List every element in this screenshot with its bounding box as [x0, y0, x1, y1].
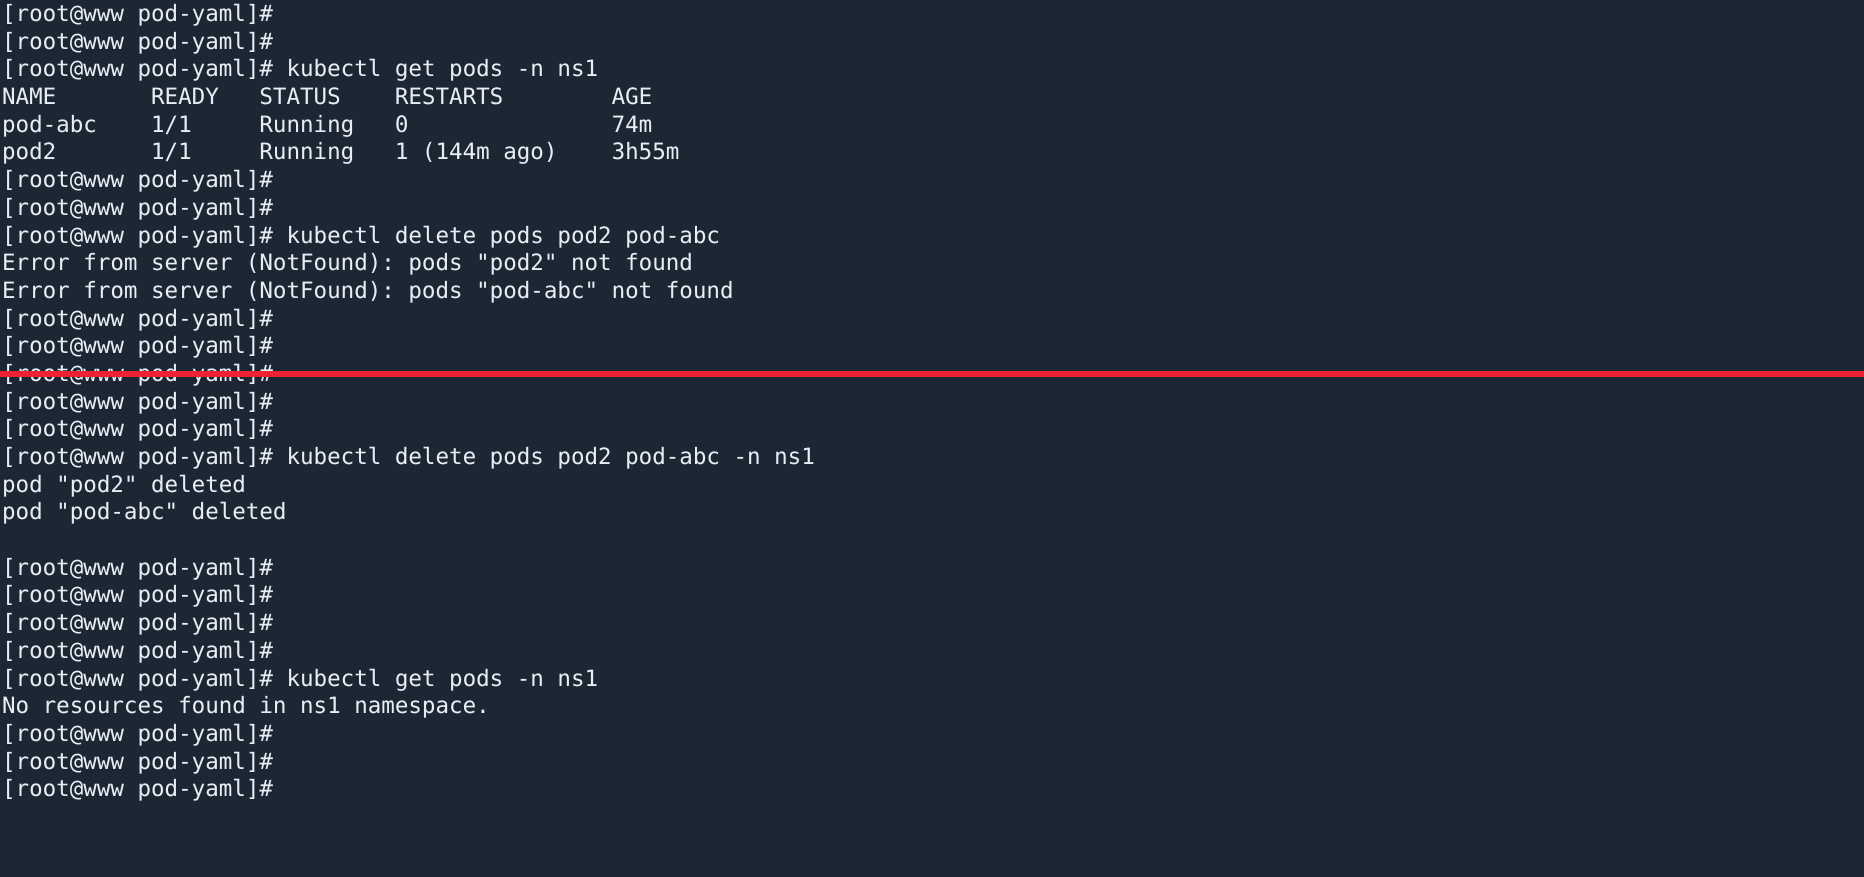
terminal-line: [root@www pod-yaml]# kubectl delete pods… [2, 444, 815, 470]
terminal-line: pod2 1/1 Running 1 (144m ago) 3h55m [2, 139, 680, 166]
terminal-line: [root@www pod-yaml]# [2, 637, 273, 664]
terminal-line: Error from server (NotFound): pods "pod-… [2, 277, 734, 304]
terminal-line: [root@www pod-yaml]# [2, 720, 273, 747]
terminal-line: [root@www pod-yaml]# [2, 610, 273, 637]
terminal-line: [root@www pod-yaml]# [2, 776, 273, 803]
terminal-line: [root@www pod-yaml]# [2, 554, 273, 581]
terminal-line: [root@www pod-yaml]# [2, 167, 273, 194]
terminal-line: pod "pod2" deleted [2, 471, 246, 498]
terminal-line: [root@www pod-yaml]# [2, 333, 273, 360]
terminal-line: [root@www pod-yaml]# [2, 582, 273, 609]
terminal-line: [root@www pod-yaml]# kubectl get pods -n… [2, 56, 599, 83]
terminal-line: No resources found in ns1 namespace. [2, 693, 490, 720]
terminal-line: NAME READY STATUS RESTARTS AGE [2, 84, 653, 111]
terminal-line: [root@www pod-yaml]# [2, 416, 273, 443]
terminal-line: [root@www pod-yaml]# [2, 305, 273, 332]
terminal-line: [root@www pod-yaml]# [2, 1, 273, 27]
terminal-line: pod "pod-abc" deleted [2, 499, 287, 526]
terminal-line: [root@www pod-yaml]# [2, 28, 273, 55]
terminal-output-area[interactable]: [root@www pod-yaml]# [root@www pod-yaml]#… [0, 0, 1864, 804]
terminal-line: [root@www pod-yaml]# kubectl get pods -n… [2, 665, 599, 692]
terminal-line: [root@www pod-yaml]# kubectl delete pods… [2, 222, 720, 249]
terminal-line: pod-abc 1/1 Running 0 74m [2, 111, 653, 138]
terminal-window[interactable]: [root@www pod-yaml]# [root@www pod-yaml]#… [0, 0, 1864, 877]
red-underline-marker [0, 371, 1864, 377]
terminal-line: Error from server (NotFound): pods "pod2… [2, 250, 693, 277]
terminal-line: [root@www pod-yaml]# [2, 748, 273, 775]
terminal-line: [root@www pod-yaml]# [2, 388, 273, 415]
terminal-line: [root@www pod-yaml]# [2, 194, 273, 221]
